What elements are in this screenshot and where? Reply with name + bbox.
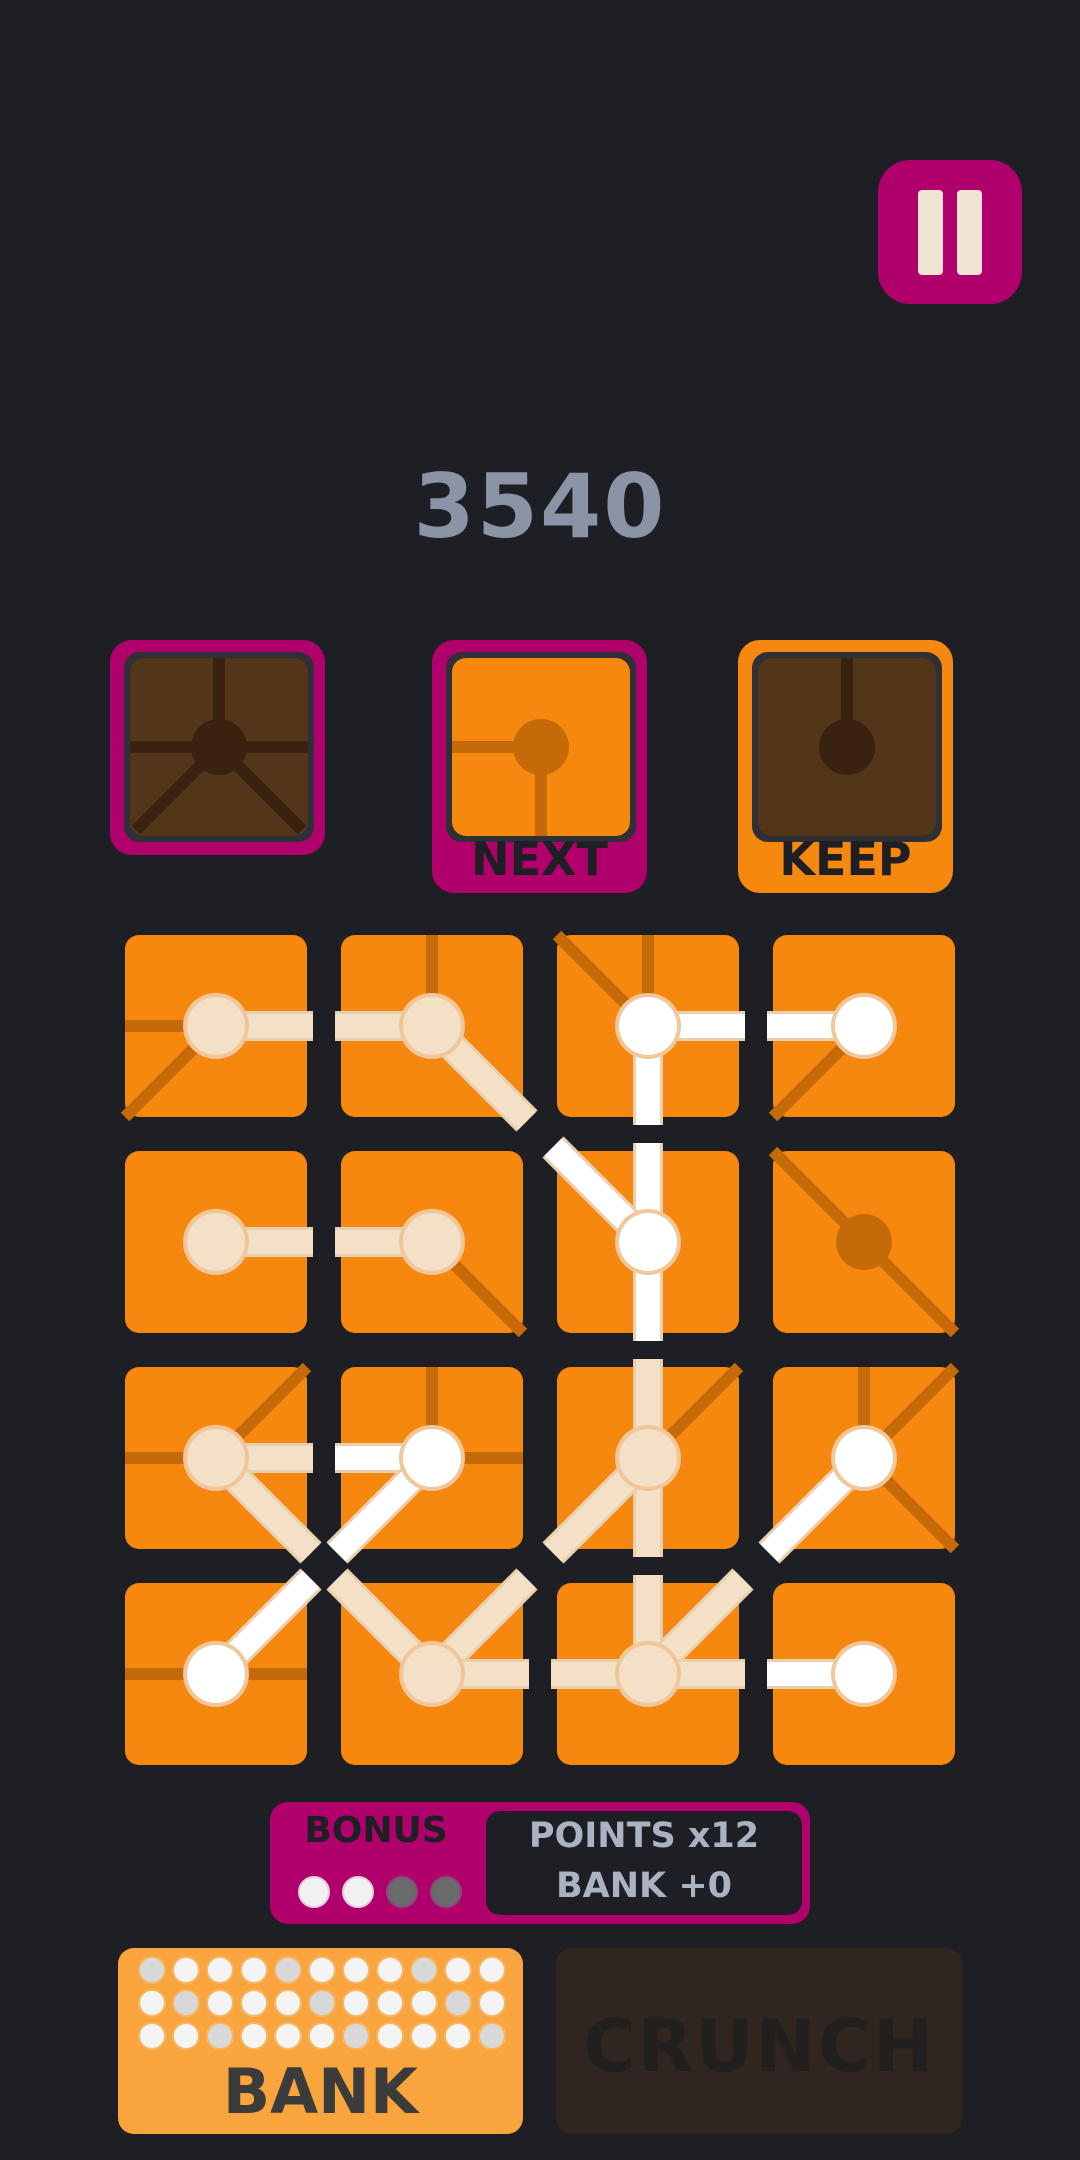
bank-dot	[410, 1956, 438, 1984]
tile-graphic	[768, 1146, 960, 1338]
next-label: NEXT	[471, 832, 608, 886]
keep-piece-icon	[752, 652, 942, 842]
grid-tile[interactable]	[125, 1568, 322, 1765]
bank-dot	[342, 2022, 370, 2050]
grid-tile[interactable]	[542, 1136, 739, 1341]
bonus-dot	[298, 1876, 330, 1908]
tile-graphic	[542, 1136, 739, 1341]
grid-tile[interactable]	[552, 930, 745, 1125]
grid-tile[interactable]	[767, 1583, 955, 1765]
bonus-dot	[342, 1876, 374, 1908]
bank-dot	[410, 2022, 438, 2050]
points-multiplier: POINTS x12	[528, 1816, 760, 1856]
bank-dot	[308, 2022, 336, 2050]
bank-dot	[444, 2022, 472, 2050]
grid-tile[interactable]	[758, 1362, 960, 1564]
crunch-button[interactable]: CRUNCH	[556, 1948, 962, 2134]
grid-tile[interactable]	[768, 1146, 960, 1338]
current-piece-slot[interactable]	[110, 640, 325, 855]
grid-tile[interactable]	[335, 935, 538, 1132]
bank-dot	[274, 1956, 302, 1984]
tile-graphic	[326, 1367, 523, 1564]
pause-icon-bar-left	[918, 190, 943, 275]
bank-dot	[308, 1956, 336, 1984]
pause-button[interactable]	[878, 160, 1022, 304]
tile-graphic	[335, 1151, 528, 1338]
bank-dot	[478, 1989, 506, 2017]
bank-dot	[444, 1989, 472, 2017]
bank-dot	[478, 2022, 506, 2050]
bank-bonus: BANK +0	[555, 1866, 733, 1906]
bank-dot	[376, 2022, 404, 2050]
pause-icon-bar-right	[957, 190, 982, 275]
bank-dot	[138, 1989, 166, 2017]
tile-graphic	[326, 1568, 538, 1765]
crunch-label: CRUNCH	[582, 2004, 936, 2088]
next-piece-slot[interactable]: NEXT	[432, 640, 647, 893]
bonus-dot	[386, 1876, 418, 1908]
bank-dot	[138, 1956, 166, 1984]
grid-tile[interactable]	[120, 935, 313, 1122]
grid-tile[interactable]	[767, 935, 955, 1122]
tile-graphic	[125, 1151, 313, 1333]
grid-tile[interactable]	[326, 1367, 523, 1564]
bank-dot	[138, 2022, 166, 2050]
tile-graphic	[552, 930, 745, 1125]
bank-dot	[172, 1956, 200, 1984]
grid-tile[interactable]	[335, 1151, 528, 1338]
tile-graphic	[758, 1362, 960, 1564]
bank-dot	[206, 2022, 234, 2050]
bank-dot	[478, 1956, 506, 1984]
tile-graphic	[335, 935, 538, 1132]
bank-dot	[376, 1956, 404, 1984]
bank-dot	[240, 2022, 268, 2050]
bank-dot	[342, 1989, 370, 2017]
keep-label: KEEP	[779, 832, 912, 886]
bank-dot	[240, 1956, 268, 1984]
bank-dot	[172, 2022, 200, 2050]
bank-dot	[274, 1989, 302, 2017]
bank-label: BANK	[222, 2055, 419, 2128]
bank-dot	[376, 1989, 404, 2017]
bank-dot	[410, 1989, 438, 2017]
bank-dot	[444, 1956, 472, 1984]
tile-graphic	[542, 1359, 744, 1564]
next-piece-icon	[446, 652, 636, 842]
grid-tile[interactable]	[125, 1151, 313, 1333]
grid-tile[interactable]	[542, 1359, 744, 1564]
bank-dot	[206, 1956, 234, 1984]
tile-graphic	[767, 935, 955, 1122]
tile-graphic	[125, 1362, 322, 1564]
bonus-label: BONUS	[304, 1810, 448, 1851]
bank-dot	[308, 1989, 336, 2017]
bank-button[interactable]: BANK	[118, 1948, 523, 2134]
grid-tile[interactable]	[125, 1362, 322, 1564]
bank-dot	[274, 2022, 302, 2050]
tile-graphic	[551, 1568, 754, 1765]
bonus-dot	[430, 1876, 462, 1908]
tile-graphic	[125, 1568, 322, 1765]
tile-graphic	[120, 935, 313, 1122]
grid-tile[interactable]	[551, 1568, 754, 1765]
bank-dot	[172, 1989, 200, 2017]
tile-graphic	[767, 1583, 955, 1765]
bank-dot	[342, 1956, 370, 1984]
keep-piece-slot[interactable]: KEEP	[738, 640, 953, 893]
bonus-panel: BONUS POINTS x12 BANK +0	[270, 1802, 810, 1924]
bonus-info: POINTS x12 BANK +0	[486, 1811, 802, 1915]
score-display: 3540	[413, 455, 667, 558]
bank-dot	[240, 1989, 268, 2017]
grid-tile[interactable]	[326, 1568, 538, 1765]
current-piece-icon	[124, 652, 314, 842]
bank-dot	[206, 1989, 234, 2017]
